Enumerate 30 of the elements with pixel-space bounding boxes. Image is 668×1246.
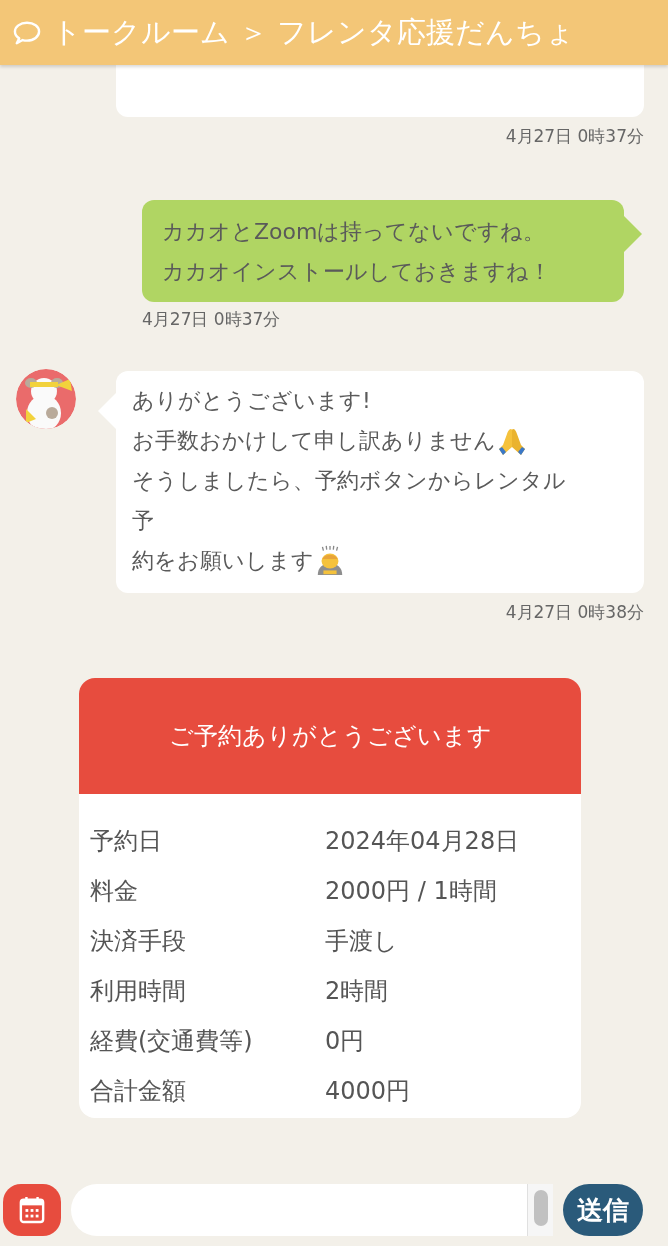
- message-text: そうしましたら、予約ボタンからレンタル: [132, 467, 566, 495]
- scrollbar: [527, 1184, 553, 1236]
- message-text: ありがとうございます!: [132, 387, 371, 415]
- field-value: 2024年04月28日: [325, 826, 521, 857]
- card-header: ご予約ありがとうございます: [79, 678, 581, 794]
- chat-bubble-icon: [12, 19, 42, 46]
- message-text: カカオインストールしておきますね！: [162, 258, 551, 286]
- message-text: 予: [132, 507, 154, 535]
- message-input[interactable]: [71, 1184, 527, 1236]
- message-text: カカオとZoomは持ってないですね。: [162, 218, 546, 246]
- field-value: 2000円 / 1時間: [325, 876, 498, 907]
- message-text: お手数おかけして申し訳ありません: [132, 427, 496, 455]
- field-label: 決済手段: [90, 926, 187, 957]
- field-value: 4000円: [325, 1076, 412, 1107]
- timestamp: 4月27日 0時38分: [504, 601, 644, 624]
- field-label: 経費(交通費等): [90, 1026, 254, 1057]
- timestamp: 4月27日 0時37分: [504, 125, 644, 148]
- field-label: 料金: [90, 876, 139, 907]
- calendar-button[interactable]: [3, 1184, 61, 1236]
- calendar-icon: [19, 1196, 45, 1224]
- send-button[interactable]: 送信: [563, 1184, 643, 1236]
- field-label: 予約日: [90, 826, 163, 857]
- field-label: 利用時間: [90, 976, 187, 1007]
- field-value: 2時間: [325, 976, 390, 1007]
- field-label: 合計金額: [90, 1076, 187, 1107]
- timestamp: 4月27日 0時37分: [142, 308, 282, 331]
- message-text: 約をお願いします: [132, 547, 314, 575]
- page-title: トークルーム ＞ フレンタ応援だんちょ: [52, 13, 576, 51]
- field-value: 0円: [325, 1026, 366, 1057]
- field-value: 手渡し: [325, 926, 399, 957]
